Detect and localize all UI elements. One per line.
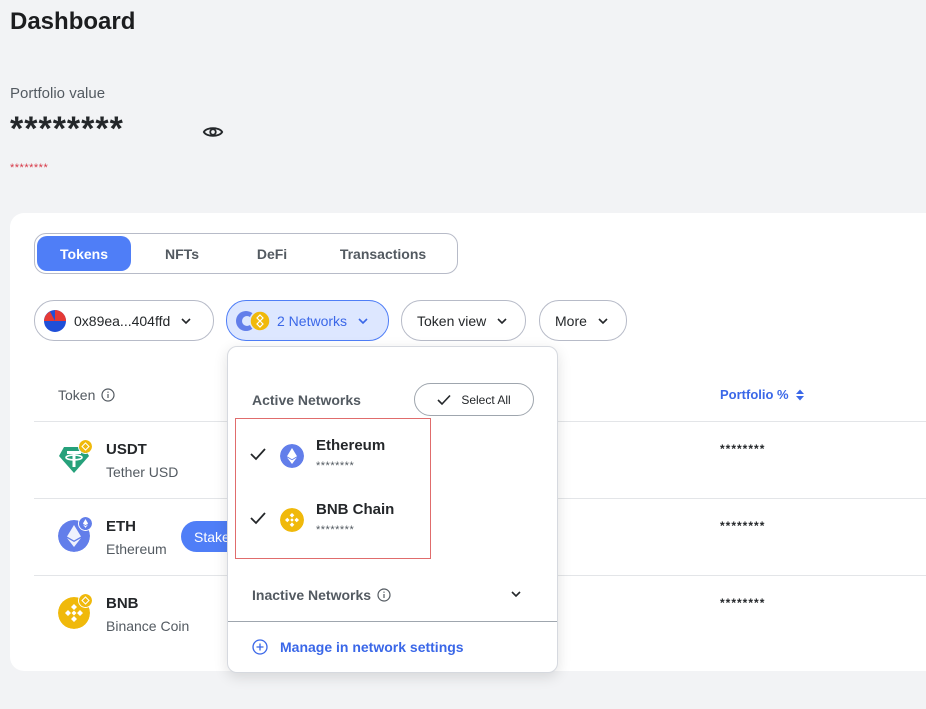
manage-network-settings-link[interactable]: Manage in network settings (252, 639, 464, 655)
sort-icon (795, 389, 804, 400)
portfolio-value-label: Portfolio value (10, 85, 106, 102)
network-item-ethereum[interactable]: Ethereum ******** (236, 419, 432, 479)
networks-count: 2 Networks (277, 312, 348, 329)
inactive-networks-label: Inactive Networks (252, 587, 372, 603)
check-icon (250, 448, 266, 461)
ethereum-badge-icon (78, 516, 93, 531)
token-symbol: USDT (106, 441, 147, 458)
bnb-icon (280, 508, 304, 532)
page-title: Dashboard (10, 8, 136, 35)
token-symbol: BNB (106, 595, 139, 612)
check-icon (250, 512, 266, 525)
divider (228, 621, 557, 622)
info-icon[interactable] (377, 588, 391, 602)
token-view-selector[interactable]: Token view (401, 300, 526, 341)
column-header-token: Token (58, 387, 115, 403)
network-value: ******** (316, 460, 355, 472)
network-name: Ethereum (316, 437, 386, 454)
tab-bar: Tokens NFTs DeFi Transactions (34, 233, 458, 274)
chevron-down-icon (598, 317, 608, 324)
token-name: Binance Coin (106, 618, 190, 634)
select-all-button[interactable]: Select All (414, 383, 534, 416)
column-header-token-label: Token (58, 387, 96, 403)
network-value: ******** (316, 524, 355, 536)
check-icon (437, 394, 451, 405)
network-item-bnb-chain[interactable]: BNB Chain ******** (236, 483, 432, 543)
chevron-down-icon (497, 317, 507, 324)
ethereum-icon (280, 444, 304, 468)
chevron-down-icon (358, 317, 368, 324)
select-all-label: Select All (461, 392, 511, 407)
token-portfolio-percent: ******** (720, 442, 766, 456)
account-avatar-icon (44, 309, 66, 332)
token-symbol: ETH (106, 518, 136, 535)
token-name: Ethereum (106, 541, 167, 557)
more-selector[interactable]: More (539, 300, 627, 341)
bnb-badge-icon (78, 593, 93, 608)
add-circle-icon (252, 639, 268, 655)
manage-network-settings-label: Manage in network settings (280, 639, 464, 655)
chevron-down-icon (181, 317, 191, 324)
active-networks-label: Active Networks (252, 392, 361, 408)
tab-transactions[interactable]: Transactions (311, 236, 455, 271)
more-label: More (555, 312, 587, 329)
account-address: 0x89ea...404ffd (74, 312, 171, 329)
column-header-portfolio[interactable]: Portfolio % (720, 387, 805, 402)
token-portfolio-percent: ******** (720, 519, 766, 533)
column-header-portfolio-label: Portfolio % (720, 387, 789, 402)
eye-icon[interactable] (202, 123, 224, 141)
portfolio-value: ******** (10, 110, 124, 148)
token-name: Tether USD (106, 464, 179, 480)
stake-button[interactable]: Stake (181, 521, 227, 552)
bnb-badge-icon (78, 439, 93, 454)
network-name: BNB Chain (316, 501, 395, 518)
inactive-networks-toggle[interactable]: Inactive Networks (252, 587, 391, 603)
stake-label: Stake (194, 528, 227, 545)
network-dropdown: Active Networks Select All Ethereum ****… (227, 346, 558, 673)
network-stack-icon (236, 309, 271, 332)
active-networks-list: Ethereum ******** BNB Chain ******** (235, 418, 431, 559)
token-portfolio-percent: ******** (720, 596, 766, 610)
tab-tokens[interactable]: Tokens (37, 236, 131, 271)
portfolio-change: ******** (10, 162, 49, 174)
token-view-label: Token view (417, 312, 487, 329)
tab-nfts[interactable]: NFTs (131, 236, 233, 271)
networks-selector[interactable]: 2 Networks (226, 300, 389, 341)
info-icon[interactable] (101, 388, 115, 402)
account-selector[interactable]: 0x89ea...404ffd (34, 300, 214, 341)
tab-defi[interactable]: DeFi (233, 236, 311, 271)
chevron-down-icon[interactable] (510, 588, 522, 600)
